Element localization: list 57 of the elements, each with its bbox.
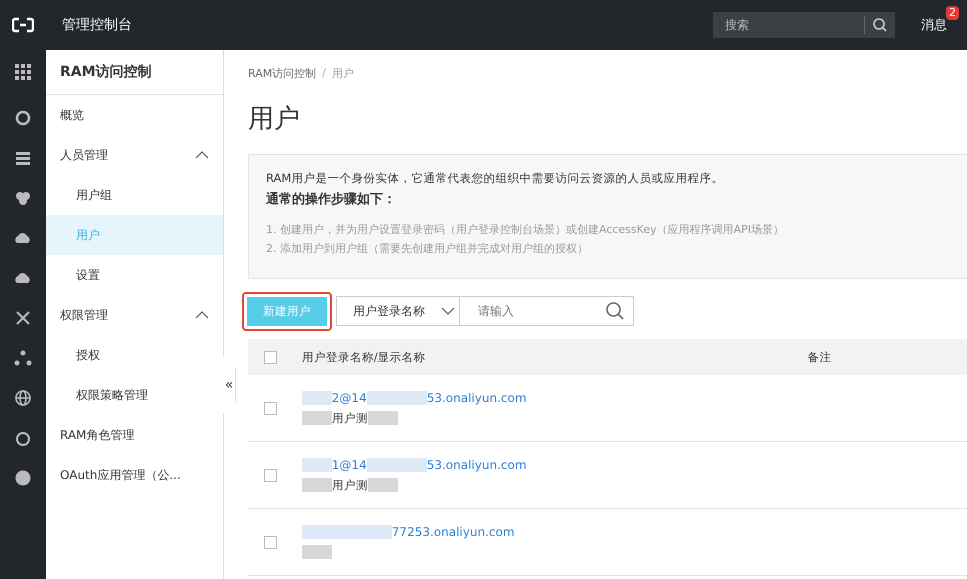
display-name: 用户测	[332, 478, 368, 492]
redaction-block	[302, 478, 332, 492]
redaction-block	[302, 390, 332, 404]
sidebar-item[interactable]: 人员管理	[46, 135, 223, 175]
sidebar-item[interactable]: OAuth应用管理（公...	[46, 455, 223, 495]
message-count-badge: 2	[946, 6, 959, 20]
redaction-block	[366, 390, 427, 404]
sidebar-item[interactable]: 概览	[46, 95, 223, 135]
circle-icon[interactable]	[13, 468, 33, 488]
filter-dropdown[interactable]: 用户登录名称	[336, 296, 460, 326]
checkbox[interactable]	[264, 402, 277, 414]
sidebar-item[interactable]: 权限策略管理	[46, 375, 223, 415]
sidebar-item[interactable]: 用户组	[46, 175, 223, 215]
sidebar-title: RAM访问控制	[46, 50, 223, 95]
sidebar-item[interactable]: 授权	[46, 335, 223, 375]
search-box[interactable]: 请输入	[460, 296, 634, 326]
redaction-block	[302, 545, 332, 559]
login-name-link[interactable]: 77253.onaliyun.com	[392, 525, 515, 539]
description-text: RAM用户是一个身份实体，它通常代表您的组织中需要访问云资源的人员或应用程序。	[266, 171, 724, 186]
breadcrumb-separator: /	[322, 66, 326, 81]
column-header: 备注	[528, 339, 967, 375]
sidebar-item[interactable]: 设置	[46, 255, 223, 295]
column-header: 用户登录名称/显示名称	[300, 339, 528, 375]
login-name-link[interactable]: 2@14	[332, 390, 367, 404]
globe-icon[interactable]	[13, 388, 33, 408]
chevron-icon	[441, 307, 455, 315]
login-name-link[interactable]: 53.onaliyun.com	[426, 458, 527, 472]
chevron-icon	[195, 151, 209, 159]
checkbox[interactable]	[264, 350, 277, 364]
collapse-handle[interactable]: «	[223, 356, 236, 414]
redaction-block	[302, 411, 332, 425]
sidebar-item[interactable]: RAM角色管理	[46, 415, 223, 455]
breadcrumb-item: 用户	[332, 66, 354, 81]
search-icon[interactable]	[605, 301, 625, 321]
search-input[interactable]: 搜索	[713, 17, 864, 33]
page-title: 用户	[248, 103, 301, 136]
search-box[interactable]: 搜索	[713, 12, 895, 38]
redaction-block	[302, 458, 332, 472]
checkbox[interactable]	[264, 536, 277, 548]
steps-heading: 通常的操作步骤如下：	[266, 191, 397, 208]
logo-icon[interactable]	[12, 17, 34, 33]
console-title: 管理控制台	[62, 16, 133, 34]
nodes-icon[interactable]	[13, 348, 33, 368]
login-name-link[interactable]: 53.onaliyun.com	[426, 390, 527, 404]
display-name: 用户测	[332, 410, 368, 426]
messages-link[interactable]: 消息	[921, 18, 947, 33]
redaction-block	[368, 478, 398, 492]
grid-icon[interactable]	[13, 62, 33, 82]
breadcrumb-item[interactable]: RAM访问控制	[248, 66, 316, 81]
checkbox[interactable]	[264, 468, 277, 482]
redaction-block	[368, 411, 398, 425]
login-name-link[interactable]: 1@14	[332, 458, 367, 472]
redaction-block	[366, 458, 427, 472]
sidebar-item[interactable]: 权限管理	[46, 295, 223, 335]
step-text: 1. 创建用户，并为用户设置登录密码（用户登录控制台场景）或创建AccessKey（应用程序调用API场景）	[266, 222, 785, 238]
step-text: 2. 添加用户到用户组（需要先创建用户组并完成对用户组的授权）	[266, 241, 589, 257]
chevron-icon	[195, 311, 209, 319]
